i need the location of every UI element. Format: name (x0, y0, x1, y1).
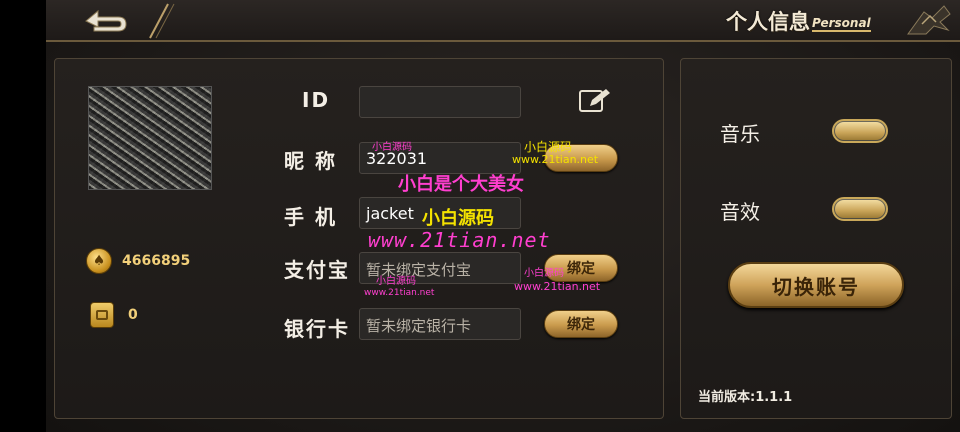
phone-label: 手 机 (284, 205, 337, 229)
bank-bind-button[interactable]: 绑定 (544, 310, 618, 338)
back-arrow-icon (85, 9, 127, 32)
gold-coin-icon: ♠ (86, 248, 112, 274)
music-toggle[interactable] (832, 119, 888, 143)
music-label: 音乐 (720, 122, 760, 146)
top-bar: 个人信息 Personal (46, 0, 960, 42)
bank-label: 银行卡 (284, 317, 350, 341)
id-label: ID (302, 88, 331, 112)
slash-decoration (149, 3, 175, 39)
card-value: 0 (128, 307, 138, 323)
personal-info-screen: 个人信息 Personal ♠ 4666895 0 ID 昵 称 322031 … (46, 0, 960, 432)
title-chinese: 个人信息 (726, 10, 810, 34)
watermark-site-cn-3: 小白源码 (422, 208, 494, 229)
id-field (359, 86, 521, 118)
gold-value: 4666895 (122, 253, 191, 269)
room-card-icon (90, 302, 114, 328)
title-english: Personal (812, 16, 871, 32)
watermark-big-url: www.21tian.net (368, 228, 551, 252)
sfx-label: 音效 (720, 200, 760, 224)
watermark-site-url-1: www.21tian.net (512, 153, 599, 166)
gold-stat: ♠ 4666895 (86, 248, 190, 274)
settings-panel (680, 58, 952, 419)
watermark-site-cn-4: 小白源码 (524, 268, 564, 279)
bank-field[interactable]: 暂未绑定银行卡 (359, 308, 521, 340)
switch-account-button[interactable]: 切换账号 (728, 262, 904, 308)
edit-button[interactable] (578, 87, 612, 115)
alipay-label: 支付宝 (284, 258, 350, 282)
watermark-site-url-2: www.21tian.net (514, 280, 601, 293)
edit-pencil-icon (579, 89, 610, 112)
card-stat: 0 (90, 302, 138, 328)
avatar[interactable] (88, 86, 212, 190)
watermark-site-cn-1: 小白源码 (372, 142, 412, 153)
nickname-label: 昵 称 (284, 149, 337, 173)
watermark-site-url-3: www.21tian.net (364, 288, 435, 298)
sfx-toggle[interactable] (832, 197, 888, 221)
watermark-site-cn-5: 小白源码 (376, 276, 416, 287)
dragon-ornament-icon (907, 5, 951, 35)
left-black-bar (0, 0, 46, 432)
version-text: 当前版本:1.1.1 (698, 390, 793, 405)
watermark-slogan: 小白是个大美女 (398, 174, 524, 195)
